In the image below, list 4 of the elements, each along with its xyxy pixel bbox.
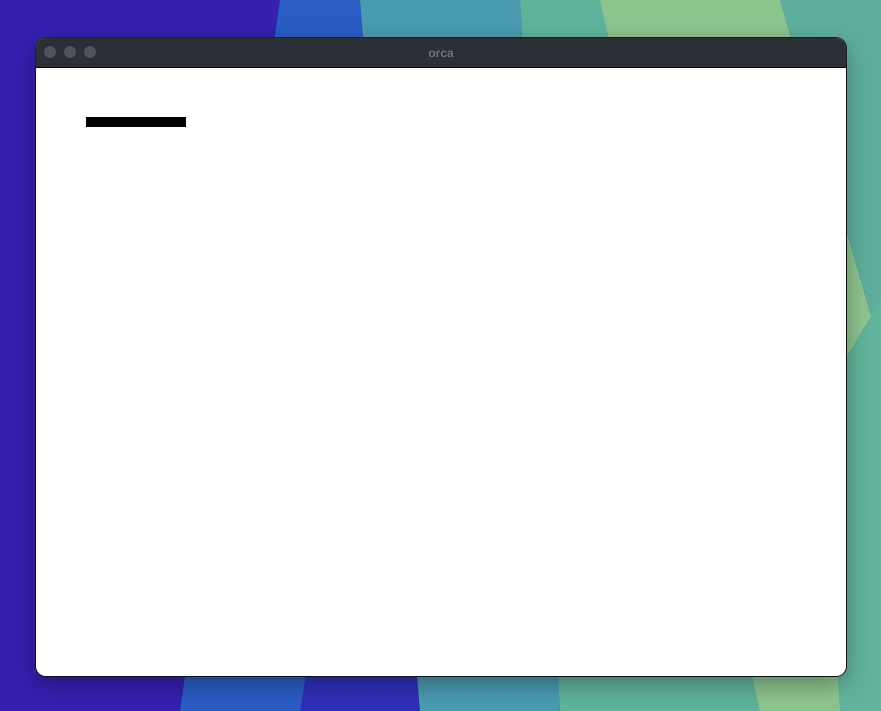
minimize-button[interactable] xyxy=(64,46,76,58)
zoom-button[interactable] xyxy=(84,46,96,58)
close-button[interactable] xyxy=(44,46,56,58)
window-title: orca xyxy=(428,46,454,60)
